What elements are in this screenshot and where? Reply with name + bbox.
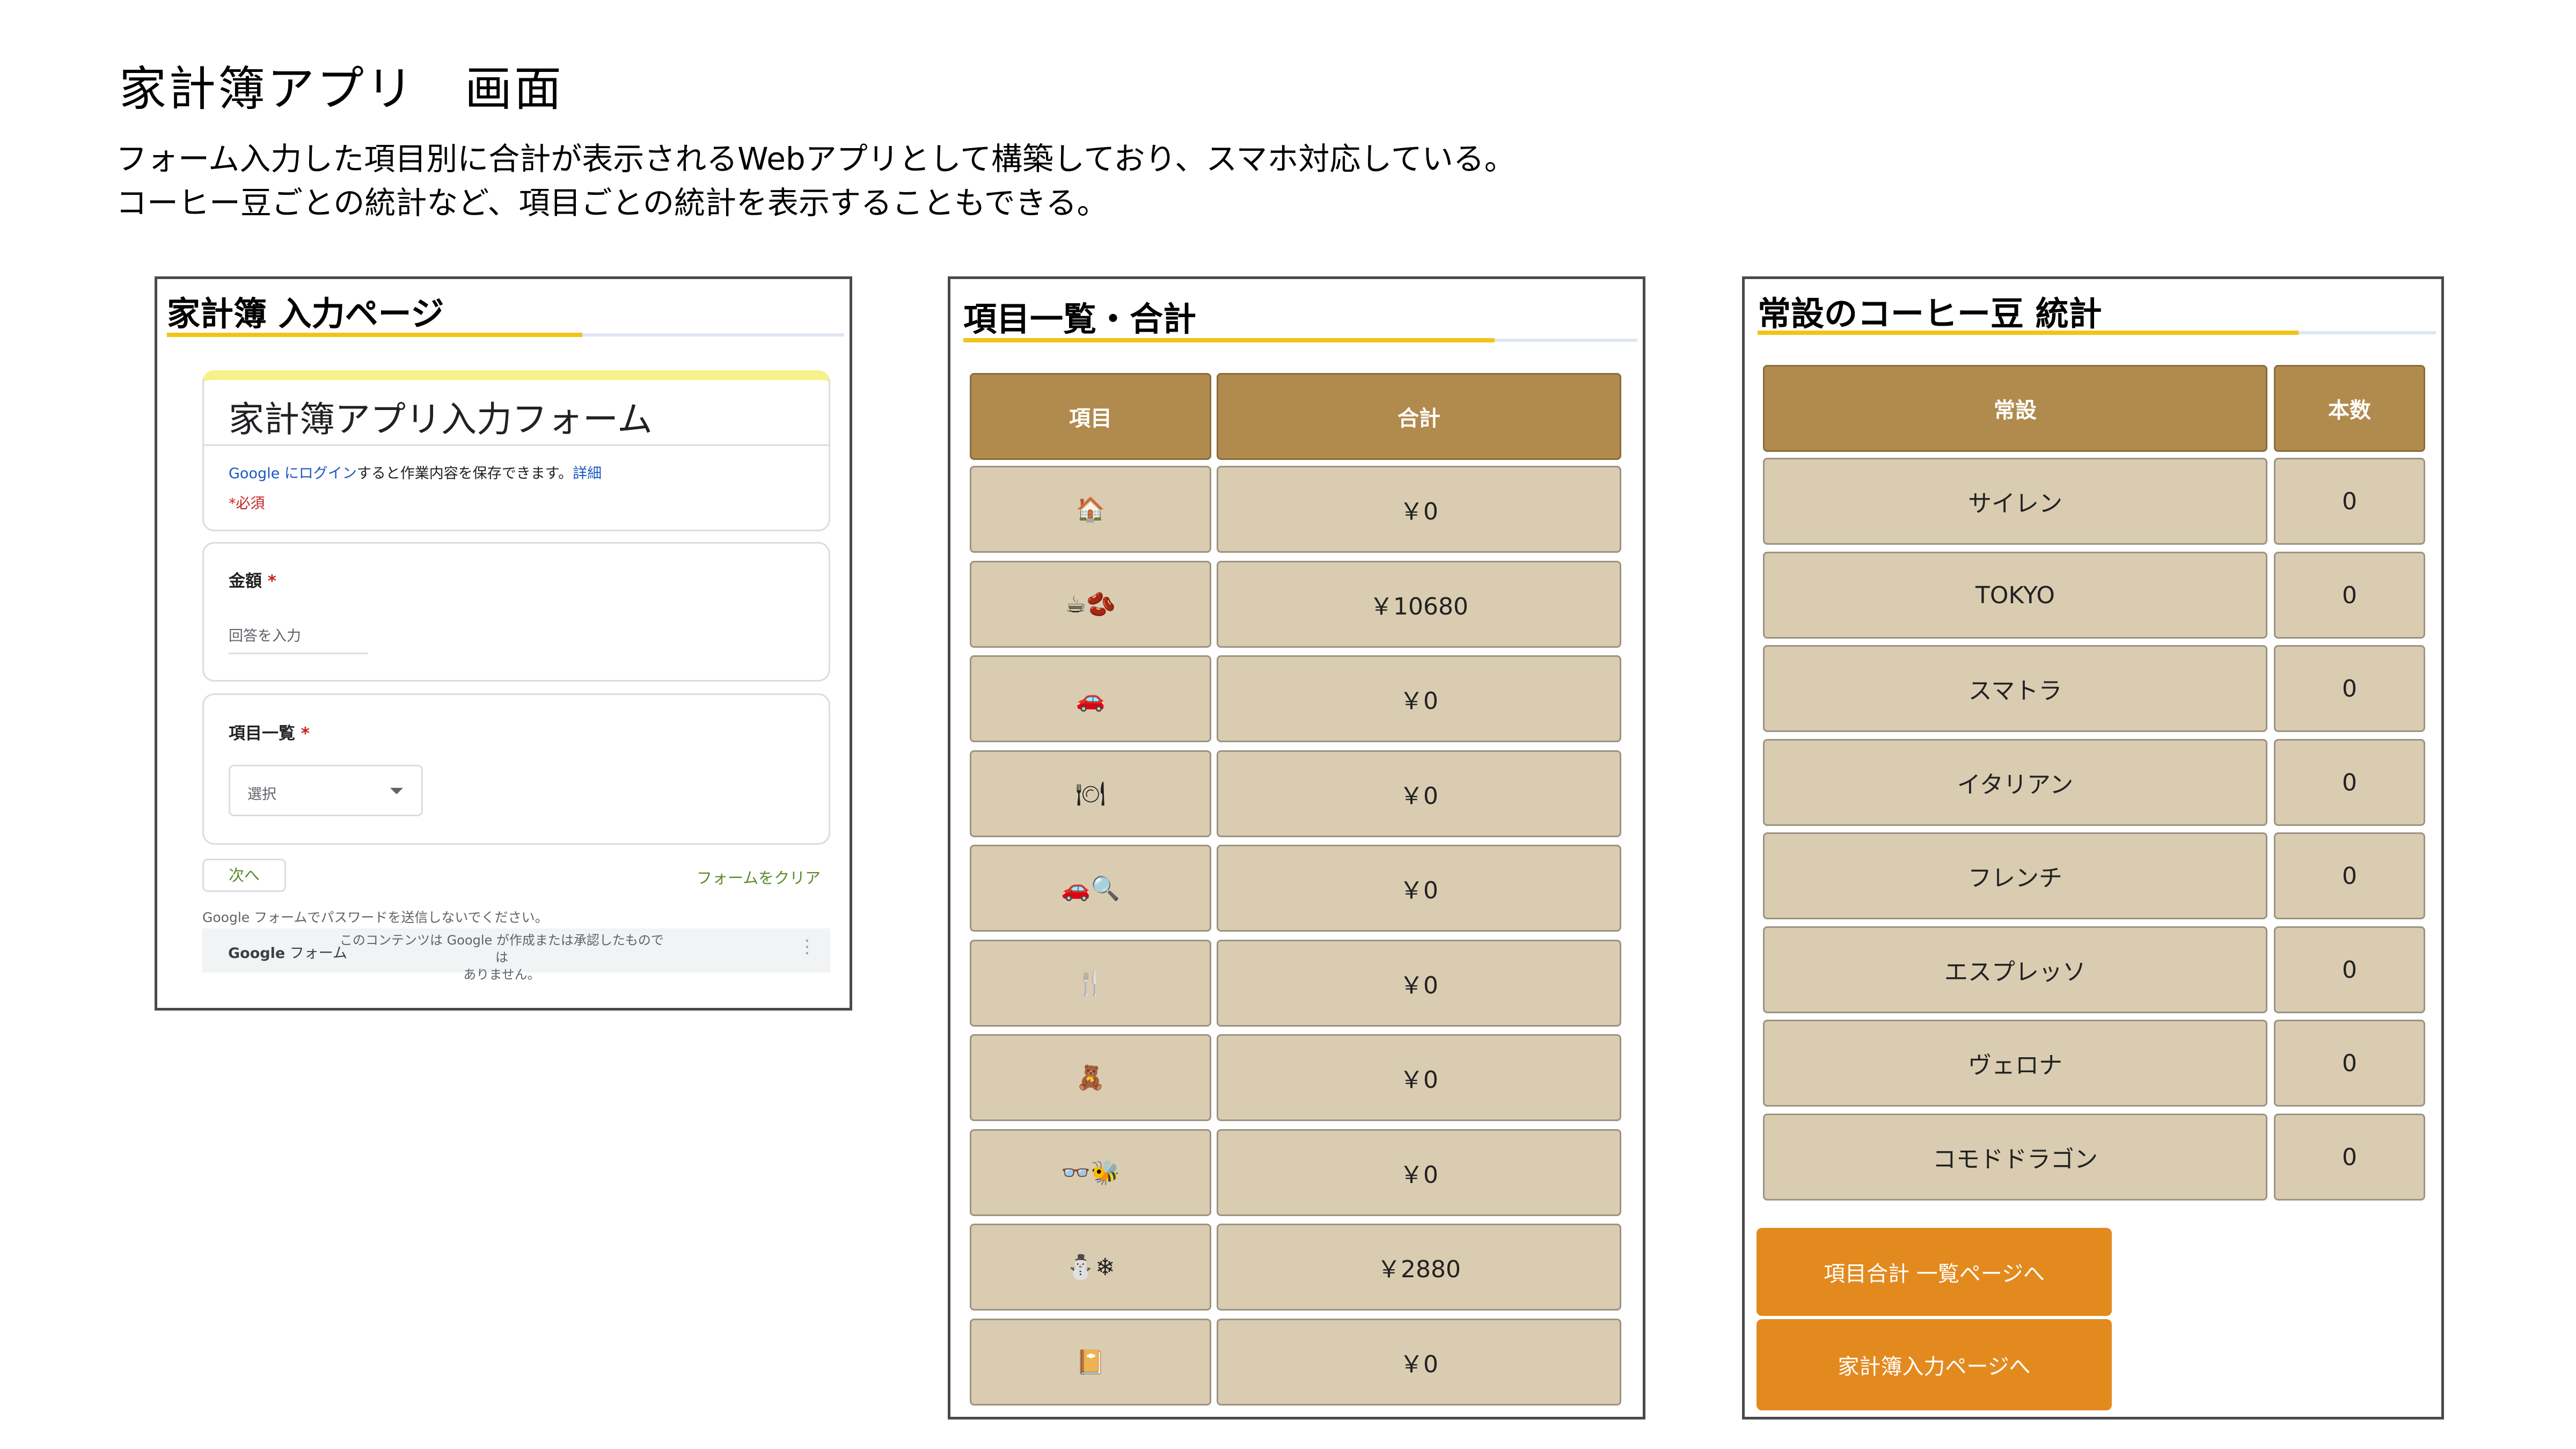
summary-row-item: ⛄❄ [970,1224,1211,1311]
summary-row-total: ￥0 [1217,1319,1621,1406]
summary-row-total: ￥0 [1217,655,1621,742]
coffee-row-name: イタリアン [1763,739,2267,826]
coffee-stats-heading: 常設のコーヒー豆 統計 [1758,294,2102,333]
category-label: 項目一覧 * [229,720,310,744]
next-button[interactable]: 次へ [202,859,286,892]
summary-row-total: ￥0 [1217,940,1621,1027]
dining-icon: 🍽 [1075,780,1106,808]
heading-underline [167,333,582,337]
login-detail-link[interactable]: 詳細 [573,465,602,482]
form-footer: Google フォーム このコンテンツは Google が作成または承認したもの… [202,928,830,982]
car-icon: 🚗 [1075,685,1106,713]
form-header-divider [204,444,829,446]
summary-row-item: ☕🫘 [970,561,1211,648]
snowman-icon: ⛄❄ [1066,1254,1115,1281]
fork-knife-icon: 🍴 [1075,970,1106,997]
description-line-2: コーヒー豆ごとの統計など、項目ごとの統計を表示することもできる。 [116,185,1108,221]
coffee-row-count: 0 [2274,832,2425,919]
category-question-card: 項目一覧 * 選択 [202,693,830,845]
coffee-row-name: ヴェロナ [1763,1020,2267,1107]
glasses-bee-icon: 👓🐝 [1061,1159,1120,1187]
amount-label: 金額 * [229,567,276,591]
input-page-panel: 家計簿 入力ページ 家計簿アプリ入力フォーム Google にログインすると作業… [155,276,852,1011]
required-star: * [301,724,310,743]
clear-form-button[interactable]: フォームをクリア [697,866,821,888]
summary-row-total: ￥0 [1217,466,1621,553]
coffee-row-name: フレンチ [1763,832,2267,919]
google-forms-logo: Google フォーム [228,941,347,962]
login-notice: Google にログインすると作業内容を保存できます。詳細 [229,462,602,482]
password-note: Google フォームでパスワードを送信しないでください。 [202,910,548,925]
form-header-card: 家計簿アプリ入力フォーム Google にログインすると作業内容を保存できます。… [202,370,830,531]
amount-question-card: 金額 * 回答を入力 [202,542,830,682]
category-label-text: 項目一覧 [229,724,295,743]
page-title: 家計簿アプリ 画面 [119,61,564,116]
summary-row-item: 👓🐝 [970,1129,1211,1216]
coffee-row-count: 0 [2274,1020,2425,1107]
col-header-name: 常設 [1763,365,2267,452]
summary-row-item: 🍽 [970,750,1211,837]
page-description: フォーム入力した項目別に合計が表示されるWebアプリとして構築しており、スマホ対… [116,137,1516,225]
coffee-row-name: コモドドラゴン [1763,1114,2267,1201]
chevron-down-icon [390,788,403,794]
content-disclaimer: このコンテンツは Google が作成または承認したものでは ありません。 [335,932,668,983]
heading-underline [1758,331,2299,335]
house-icon: 🏠 [1075,496,1106,523]
coffee-row-count: 0 [2274,739,2425,826]
col-header-count: 本数 [2274,365,2425,452]
summary-row-total: ￥0 [1217,1034,1621,1121]
summary-row-total: ￥2880 [1217,1224,1621,1311]
notebook-icon: 📔 [1075,1349,1106,1376]
login-link[interactable]: にログイン [284,465,357,482]
coffee-row-name: エスプレッソ [1763,926,2267,1013]
input-page-link-button[interactable]: 家計簿入力ページへ [1757,1319,2112,1410]
summary-row-total: ￥0 [1217,750,1621,837]
select-placeholder: 選択 [247,786,276,803]
amount-input[interactable]: 回答を入力 [229,624,368,654]
summary-row-item: 🧸 [970,1034,1211,1121]
summary-row-total: ￥0 [1217,1129,1621,1216]
col-header-item: 項目 [970,373,1211,460]
heading-underline-rest [1495,339,1637,342]
category-select[interactable]: 選択 [229,765,423,816]
coffee-row-count: 0 [2274,926,2425,1013]
coffee-row-count: 0 [2274,1114,2425,1201]
heading-underline-rest [582,333,844,336]
coffee-row-count: 0 [2274,552,2425,639]
disclaimer-line-2: ありません。 [463,967,540,982]
required-star: * [267,572,277,591]
summary-row-total: ￥0 [1217,845,1621,932]
heading-underline-rest [2299,331,2436,334]
summary-page-link-button[interactable]: 項目合計 一覧ページへ [1757,1228,2112,1316]
col-header-total: 合計 [1217,373,1621,460]
more-options-icon[interactable]: ⋮ [798,936,816,957]
input-page-heading: 家計簿 入力ページ [167,294,444,333]
teddy-bear-icon: 🧸 [1075,1064,1106,1092]
heading-underline [963,338,1495,342]
summary-row-item: 🍴 [970,940,1211,1027]
coffee-beans-icon: ☕🫘 [1065,591,1116,618]
car-search-icon: 🚗🔍 [1061,875,1120,902]
coffee-stats-panel: 常設のコーヒー豆 統計 常設 本数 サイレン 0 TOKYO 0 スマトラ 0 イタリアン 0… [1742,276,2444,1419]
login-rest: すると作業内容を保存できます。 [356,465,573,482]
summary-row-item: 🚗 [970,655,1211,742]
disclaimer-line-1: このコンテンツは Google が作成または承認したものでは [340,933,664,965]
summary-page-panel: 項目一覧・合計 項目 合計 🏠 ￥0 ☕🫘 ￥10680 🚗 ￥0 🍽 ￥0 🚗🔍 ￥0 🍴 ￥0 🧸 ￥… [948,276,1645,1419]
form-title: 家計簿アプリ入力フォーム [229,399,653,440]
footer-brand: Google [228,945,286,962]
coffee-row-name: スマトラ [1763,645,2267,732]
coffee-row-name: TOKYO [1763,552,2267,639]
description-line-1: フォーム入力した項目別に合計が表示されるWebアプリとして構築しており、スマホ対… [116,141,1516,177]
summary-row-total: ￥10680 [1217,561,1621,648]
summary-row-item: 🏠 [970,466,1211,553]
amount-label-text: 金額 [229,572,262,591]
summary-row-item: 📔 [970,1319,1211,1406]
coffee-row-count: 0 [2274,458,2425,545]
login-google-link[interactable]: Google [229,465,280,482]
coffee-row-name: サイレン [1763,458,2267,545]
summary-row-item: 🚗🔍 [970,845,1211,932]
required-note: *必須 [229,495,265,512]
summary-page-heading: 項目一覧・合計 [963,299,1197,339]
coffee-row-count: 0 [2274,645,2425,732]
